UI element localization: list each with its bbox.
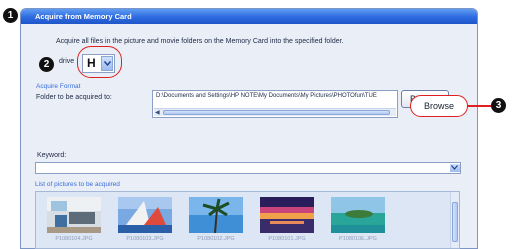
picture-item[interactable]: P1080101.JPG	[260, 197, 314, 245]
arrow-left-icon[interactable]: ◀	[155, 109, 160, 116]
acquire-format-heading: Acquire Format	[36, 83, 81, 90]
photo-thumbnail-sunset	[260, 197, 314, 233]
vertical-scrollbar[interactable]	[450, 192, 459, 248]
photo-thumbnail-office	[47, 197, 101, 233]
picture-filename: P1080102.JPG	[197, 236, 235, 242]
photo-thumbnail-palm	[189, 197, 243, 233]
picture-item[interactable]: P1080104.JPG	[47, 197, 101, 245]
picture-filename: P1080101.JPG	[268, 236, 306, 242]
callout-2: 2	[39, 57, 54, 72]
pictures-list[interactable]: P1080104.JPG P1080103.JPG P1080102.JPG P…	[35, 191, 460, 249]
folder-path-value: D:\Documents and Settings\HP NOTE\My Doc…	[156, 93, 377, 99]
instruction-text: Acquire all files in the picture and mov…	[56, 38, 344, 45]
dialog-title: Acquire from Memory Card	[21, 9, 477, 24]
callout-leader-3	[467, 105, 493, 107]
picture-item[interactable]: P108010E.JPG	[331, 197, 385, 245]
picture-filename: P1080104.JPG	[55, 236, 93, 242]
picture-item[interactable]: P1080103.JPG	[118, 197, 172, 245]
callout-3: 3	[491, 98, 506, 113]
chevron-down-icon[interactable]	[450, 164, 460, 172]
scroll-thumb[interactable]	[163, 110, 390, 115]
keyword-label: Keyword:	[37, 152, 67, 159]
scroll-thumb[interactable]	[452, 202, 458, 242]
browse-zoom-label: Browse	[423, 101, 454, 111]
picture-filename: P1080103.JPG	[126, 236, 164, 242]
browse-highlight-ring: Browse	[410, 95, 468, 117]
photo-thumbnail-island	[331, 197, 385, 233]
folder-path-field[interactable]: D:\Documents and Settings\HP NOTE\My Doc…	[152, 90, 398, 118]
pictures-list-heading: List of pictures to be acquired	[35, 181, 120, 188]
drive-label: drive	[59, 58, 75, 65]
photo-thumbnail-sail	[118, 197, 172, 233]
keyword-input[interactable]	[35, 162, 461, 174]
horizontal-scrollbar[interactable]: ◀	[154, 108, 396, 116]
drive-highlight-ring	[77, 46, 122, 78]
picture-filename: P108010E.JPG	[339, 236, 377, 242]
picture-item[interactable]: P1080102.JPG	[189, 197, 243, 245]
callout-1: 1	[3, 8, 18, 23]
folder-label: Folder to be acquired to:	[36, 94, 112, 101]
